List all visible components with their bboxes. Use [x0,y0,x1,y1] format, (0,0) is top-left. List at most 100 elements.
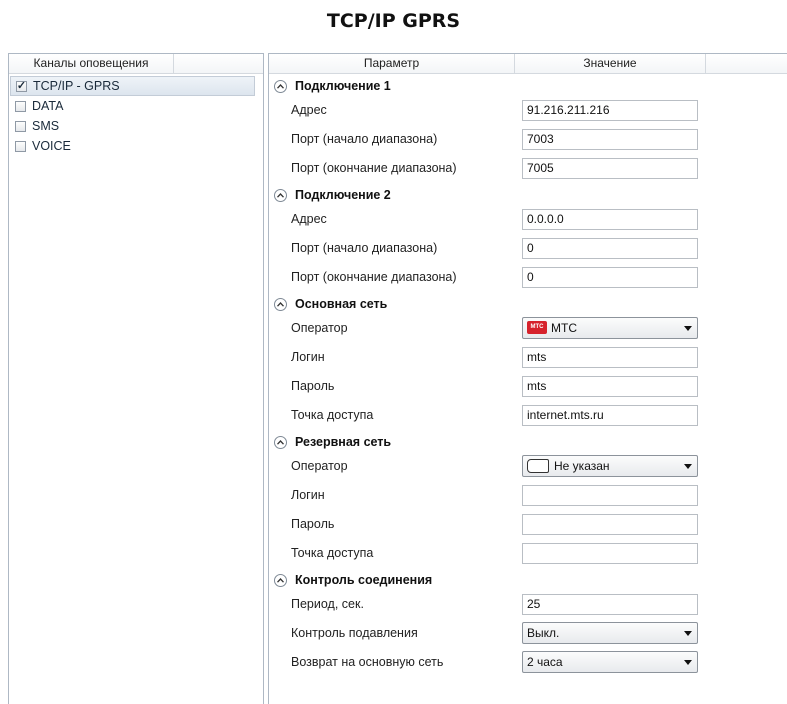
channels-column-header: Каналы оповещения [9,54,263,74]
parameter-label: Порт (окончание диапазона) [291,161,457,175]
channel-list: ✓ TCP/IP - GPRS DATA SMS VOICE [9,74,263,156]
channel-checkbox[interactable]: ✓ [16,80,27,92]
parameter-row: Возврат на основную сеть 2 часа [269,648,787,677]
channel-item[interactable]: VOICE [9,136,263,156]
section-title: Подключение 1 [295,79,391,93]
collapse-chevron-up-icon[interactable] [274,188,287,202]
parameter-column-header[interactable]: Параметр [269,54,515,73]
parameter-label: Логин [291,350,325,364]
channel-label: DATA [32,99,64,113]
dropdown-value: МТС [551,321,577,335]
collapse-chevron-up-icon[interactable] [274,297,287,311]
value-input[interactable]: 7003 [522,129,698,150]
channel-label: SMS [32,119,60,133]
value-input[interactable]: 0.0.0.0 [522,209,698,230]
section-title: Контроль соединения [295,573,433,587]
section-title: Резервная сеть [295,435,392,449]
parameter-row: Оператор MTC МТС [269,314,787,343]
section-header: Резервная сеть [269,432,787,452]
channel-label: TCP/IP - GPRS [33,79,120,93]
section-title: Подключение 2 [295,188,391,202]
parameters-panel: Параметр Значение Подключение 1 Адрес 91.2… [268,53,787,704]
channel-item[interactable]: DATA [9,96,263,116]
value-input[interactable]: 7005 [522,158,698,179]
parameter-row: Пароль mts [269,372,787,401]
parameter-row: Порт (окончание диапазона) 7005 [269,154,787,183]
value-input[interactable]: mts [522,347,698,368]
parameter-row: Порт (начало диапазона) 0 [269,234,787,263]
parameter-label: Точка доступа [291,408,374,422]
value-input[interactable]: internet.mts.ru [522,405,698,426]
parameter-row: Пароль [269,510,787,539]
channel-item[interactable]: ✓ TCP/IP - GPRS [10,76,255,96]
parameter-row: Период, сек. 25 [269,590,787,619]
parameter-label: Оператор [291,321,348,335]
parameter-section: Подключение 2 Адрес 0.0.0.0 Порт (начало ди… [269,185,787,292]
section-title: Основная сеть [295,297,388,311]
parameter-label: Оператор [291,459,348,473]
dropdown-value: Выкл. [527,626,560,640]
dropdown-arrow-icon[interactable] [684,660,692,665]
parameter-label: Порт (начало диапазона) [291,241,438,255]
parameter-row: Логин [269,481,787,510]
parameter-row: Точка доступа internet.mts.ru [269,401,787,430]
collapse-chevron-up-icon[interactable] [274,573,287,587]
value-dropdown[interactable]: Выкл. [522,622,698,644]
parameters-grid-header: Параметр Значение [269,54,787,74]
collapse-chevron-up-icon[interactable] [274,79,287,93]
parameter-row: Порт (окончание диапазона) 0 [269,263,787,292]
section-header: Подключение 2 [269,185,787,205]
parameter-section: Контроль соединения Период, сек. 25 Контрол… [269,570,787,677]
no-operator-icon [527,458,549,473]
parameter-label: Возврат на основную сеть [291,655,444,669]
value-column-header[interactable]: Значение [515,54,706,73]
parameter-section: Резервная сеть Оператор Не указан Логин Паро… [269,432,787,568]
page-title: TCP/IP GPRS [326,10,461,32]
section-header: Контроль соединения [269,570,787,590]
value-input[interactable]: 0 [522,267,698,288]
parameter-label: Порт (окончание диапазона) [291,270,457,284]
parameter-row: Оператор Не указан [269,452,787,481]
value-dropdown[interactable]: 2 часа [522,651,698,673]
dropdown-arrow-icon[interactable] [684,464,692,469]
notification-channels-panel: Каналы оповещения ✓ TCP/IP - GPRS DATA SMS V… [8,53,264,704]
value-input[interactable]: 25 [522,594,698,615]
parameter-row: Адрес 0.0.0.0 [269,205,787,234]
parameter-label: Пароль [291,379,335,393]
parameter-label: Логин [291,488,325,502]
parameter-row: Точка доступа [269,539,787,568]
parameter-row: Адрес 91.216.211.216 [269,96,787,125]
channel-checkbox[interactable] [15,100,26,112]
channel-checkbox[interactable] [15,120,26,132]
parameter-section: Основная сеть Оператор MTC МТС Логин mts Парол… [269,294,787,430]
value-input[interactable] [522,543,698,564]
collapse-chevron-up-icon[interactable] [274,435,287,449]
dropdown-value: 2 часа [527,655,563,669]
parameter-label: Контроль подавления [291,626,418,640]
value-input[interactable]: 0 [522,238,698,259]
parameter-row: Контроль подавления Выкл. [269,619,787,648]
parameter-label: Адрес [291,212,327,226]
parameter-label: Порт (начало диапазона) [291,132,438,146]
channel-checkbox[interactable] [15,140,26,152]
channels-header-label: Каналы оповещения [9,54,174,73]
dropdown-arrow-icon[interactable] [684,326,692,331]
value-input[interactable]: mts [522,376,698,397]
parameter-sections: Подключение 1 Адрес 91.216.211.216 Порт (на… [269,76,787,677]
section-header: Подключение 1 [269,76,787,96]
value-dropdown[interactable]: Не указан [522,455,698,477]
value-dropdown[interactable]: MTC МТС [522,317,698,339]
parameter-label: Точка доступа [291,546,374,560]
parameter-label: Адрес [291,103,327,117]
value-input[interactable] [522,485,698,506]
parameter-row: Порт (начало диапазона) 7003 [269,125,787,154]
channel-label: VOICE [32,139,71,153]
parameter-section: Подключение 1 Адрес 91.216.211.216 Порт (на… [269,76,787,183]
value-input[interactable]: 91.216.211.216 [522,100,698,121]
channel-item[interactable]: SMS [9,116,263,136]
dropdown-value: Не указан [554,459,610,473]
section-header: Основная сеть [269,294,787,314]
parameter-label: Период, сек. [291,597,364,611]
value-input[interactable] [522,514,698,535]
dropdown-arrow-icon[interactable] [684,631,692,636]
